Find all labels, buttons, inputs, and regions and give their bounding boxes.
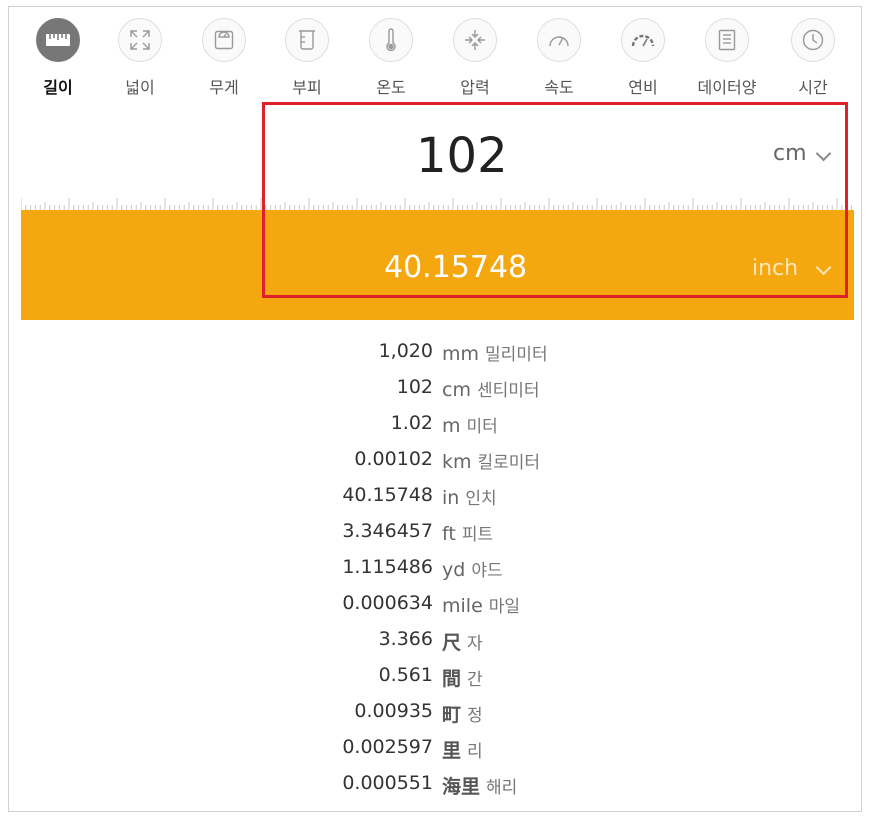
category-label: 길이 <box>43 78 73 97</box>
result-unit: cm 센티미터 <box>442 376 540 401</box>
result-unit-symbol: 尺 <box>442 632 462 654</box>
result-unit-symbol: mile <box>442 595 483 617</box>
result-unit-name: 밀리미터 <box>485 345 548 365</box>
result-value: 0.000634 <box>342 592 433 614</box>
result-unit-symbol: ft <box>442 523 456 545</box>
document-icon <box>705 18 749 62</box>
result-unit-symbol: 町 <box>442 704 462 726</box>
result-value: 0.00102 <box>354 448 433 470</box>
result-unit: mm 밀리미터 <box>442 340 548 365</box>
result-unit-symbol: 間 <box>442 668 462 690</box>
result-unit-name: 인치 <box>465 489 497 509</box>
result-unit-name: 해리 <box>486 778 518 798</box>
result-row-nautical-mile: 0.000551 海里 해리 <box>0 772 870 808</box>
result-unit-name: 미터 <box>466 417 498 437</box>
result-unit: 里리 <box>442 736 483 763</box>
result-unit-name: 자 <box>467 634 483 654</box>
result-value: 1,020 <box>378 340 433 362</box>
result-value: 0.561 <box>378 664 433 686</box>
scale-icon <box>202 18 246 62</box>
result-value: 0.000551 <box>342 772 433 794</box>
category-label: 부피 <box>292 78 322 97</box>
beaker-icon <box>285 18 329 62</box>
category-data-size[interactable]: 데이터양 <box>685 18 769 98</box>
result-row-mm: 1,020 mm 밀리미터 <box>0 340 870 376</box>
result-row-km: 0.00102 km 킬로미터 <box>0 448 870 484</box>
category-label: 압력 <box>460 78 490 97</box>
result-unit: 海里 해리 <box>442 772 517 799</box>
result-unit: km 킬로미터 <box>442 448 540 473</box>
result-unit: 間간 <box>442 664 483 691</box>
result-unit-name: 야드 <box>471 561 503 581</box>
result-unit-name: 마일 <box>488 597 521 617</box>
speedometer-icon <box>537 18 581 62</box>
expand-arrows-icon <box>118 18 162 62</box>
thermometer-icon <box>369 18 413 62</box>
category-label: 시간 <box>798 78 828 97</box>
result-row-mile: 0.000634 mile 마일 <box>0 592 870 628</box>
result-row-m: 1.02 m 미터 <box>0 412 870 448</box>
result-unit: m 미터 <box>442 412 498 437</box>
result-row-in: 40.15748 in 인치 <box>0 484 870 520</box>
result-unit-name: 피트 <box>461 525 494 545</box>
result-unit-symbol: 海里 <box>442 776 481 798</box>
category-pressure[interactable]: 압력 <box>433 18 517 98</box>
result-value: 3.346457 <box>342 520 433 542</box>
result-unit-name: 간 <box>467 670 483 690</box>
result-value: 1.115486 <box>342 556 433 578</box>
clock-icon <box>791 18 835 62</box>
result-row-jeong: 0.00935 町정 <box>0 700 870 736</box>
result-unit-symbol: km <box>442 451 472 473</box>
result-unit-symbol: yd <box>442 559 466 581</box>
result-unit: ft 피트 <box>442 520 493 545</box>
result-unit-name: 리 <box>467 742 483 762</box>
category-length[interactable]: 길이 <box>16 18 100 98</box>
category-label: 온도 <box>376 78 406 97</box>
result-row-ri: 0.002597 里리 <box>0 736 870 772</box>
category-weight[interactable]: 무게 <box>182 18 266 98</box>
category-time[interactable]: 시간 <box>771 18 855 98</box>
result-value: 3.366 <box>378 628 433 650</box>
result-row-cm: 102 cm 센티미터 <box>0 376 870 412</box>
result-unit: yd 야드 <box>442 556 503 581</box>
result-unit-name: 센티미터 <box>476 381 540 401</box>
category-label: 넓이 <box>125 78 155 97</box>
result-value: 102 <box>396 376 433 398</box>
result-unit: in 인치 <box>442 484 497 509</box>
result-value: 1.02 <box>390 412 433 434</box>
result-value: 40.15748 <box>342 484 433 506</box>
result-unit-symbol: mm <box>442 343 480 365</box>
category-volume[interactable]: 부피 <box>265 18 349 98</box>
result-unit-name: 킬로미터 <box>477 453 541 473</box>
category-label: 데이터양 <box>697 78 757 97</box>
category-temperature[interactable]: 온도 <box>349 18 433 98</box>
result-row-gan: 0.561 間간 <box>0 664 870 700</box>
result-unit: 町정 <box>442 700 483 727</box>
compress-arrows-icon <box>453 18 497 62</box>
category-label: 무게 <box>209 78 239 97</box>
result-unit-symbol: in <box>442 487 460 509</box>
result-row-ja: 3.366 尺자 <box>0 628 870 664</box>
highlight-box <box>262 102 848 298</box>
category-bar: 길이 넓이 무게 부피 온도 압력 속도 연비 데이터양 시간 <box>16 18 856 102</box>
ruler-icon <box>36 18 80 62</box>
fuel-gauge-icon <box>621 18 665 62</box>
result-unit: 尺자 <box>442 628 483 655</box>
category-label: 연비 <box>628 78 658 97</box>
result-value: 0.00935 <box>354 700 433 722</box>
result-unit: mile 마일 <box>442 592 520 617</box>
category-area[interactable]: 넓이 <box>98 18 182 98</box>
category-label: 속도 <box>544 78 574 97</box>
result-unit-name: 정 <box>467 706 483 726</box>
result-unit-symbol: cm <box>442 379 471 401</box>
result-unit-symbol: 里 <box>442 740 462 762</box>
result-row-ft: 3.346457 ft 피트 <box>0 520 870 556</box>
category-fuel-economy[interactable]: 연비 <box>601 18 685 98</box>
result-row-yd: 1.115486 yd 야드 <box>0 556 870 592</box>
category-speed[interactable]: 속도 <box>517 18 601 98</box>
result-value: 0.002597 <box>342 736 433 758</box>
result-unit-symbol: m <box>442 415 461 437</box>
